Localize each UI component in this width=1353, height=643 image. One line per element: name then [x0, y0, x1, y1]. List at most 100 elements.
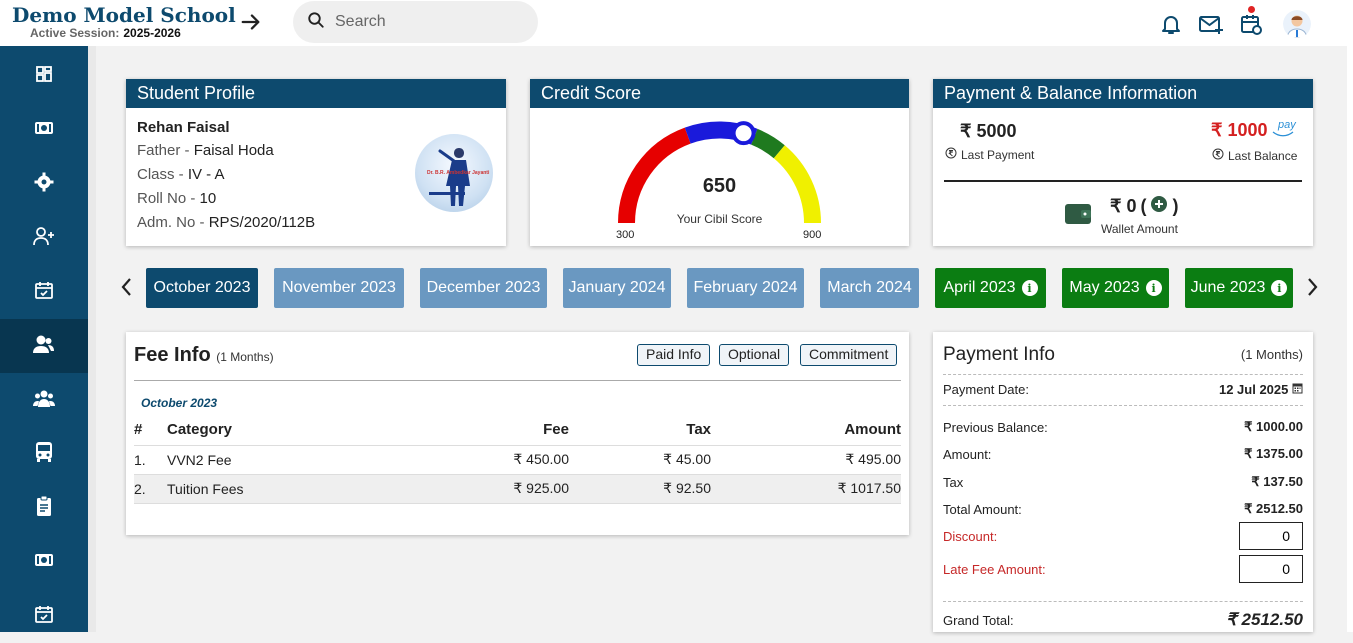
class-value: IV - A [187, 166, 225, 183]
last-balance-label: Last Balance [1228, 148, 1298, 163]
col-category: Category [167, 414, 417, 446]
month-tab[interactable]: February 2024 [687, 268, 804, 308]
pay-logo-text: pay [1278, 119, 1296, 131]
payment-date-value: 12 Jul 2025 [1218, 382, 1289, 397]
rupee-coin-icon [1212, 148, 1224, 163]
mail-add-icon[interactable] [1197, 10, 1225, 38]
calendar-icon [1292, 383, 1303, 394]
sidebar-item-calendar[interactable] [0, 589, 88, 643]
money-icon [34, 551, 54, 574]
father-row: Father - Faisal Hoda [137, 142, 274, 159]
tax-value: ₹ 137.50 [1251, 474, 1303, 489]
month-label: June 2023 [1190, 279, 1266, 296]
grand-total-row: Grand Total: ₹ 2512.50 [943, 610, 1303, 630]
sidebar [0, 46, 88, 632]
month-tab[interactable]: May 2023 i [1062, 268, 1169, 308]
sidebar-item-attendance[interactable] [0, 265, 88, 319]
last-balance-amount: ₹ 1000 [1211, 120, 1268, 140]
add-wallet-icon[interactable] [1150, 195, 1168, 218]
divider [943, 405, 1303, 406]
avatar[interactable] [1283, 10, 1311, 38]
calendar-settings-icon[interactable] [1237, 6, 1265, 38]
col-amount: Amount [711, 414, 901, 446]
late-fee-label: Late Fee Amount: [943, 561, 1046, 577]
sidebar-item-settings[interactable] [0, 157, 88, 211]
sidebar-item-dashboard[interactable] [0, 49, 88, 103]
month-tab[interactable]: October 2023 [146, 268, 258, 308]
previous-balance-label: Previous Balance: [943, 419, 1048, 435]
sidebar-item-transport[interactable] [0, 427, 88, 481]
month-selector: October 2023 November 2023 December 2023… [115, 266, 1330, 310]
payment-date-label: Payment Date: [943, 382, 1029, 397]
month-tab[interactable]: January 2024 [563, 268, 671, 308]
amazon-pay-icon[interactable]: pay [1272, 119, 1296, 137]
payment-date-row: Payment Date: 12 Jul 2025 [943, 382, 1303, 397]
month-label: October 2023 [153, 279, 251, 296]
sidebar-item-fees[interactable] [0, 103, 88, 157]
sidebar-item-staff[interactable] [0, 373, 88, 427]
group-icon [33, 388, 55, 413]
search-input[interactable] [335, 13, 515, 31]
sidebar-item-students[interactable] [0, 319, 88, 373]
rupee-coin-icon [945, 147, 957, 162]
optional-button[interactable]: Optional [719, 344, 790, 366]
active-session: Active Session: 2025-2026 [30, 26, 236, 40]
cell-fee: ₹ 450.00 [417, 445, 569, 475]
fee-info-card: Fee Info (1 Months) Paid Info Optional C… [126, 332, 909, 535]
last-payment-row: Last Payment [945, 147, 1034, 162]
gauge-min-label: 300 [616, 229, 635, 241]
card-title: Payment & Balance Information [933, 79, 1313, 108]
paid-info-button[interactable]: Paid Info [637, 344, 711, 366]
cell-amount: ₹ 495.00 [711, 445, 901, 475]
col-index: # [134, 414, 167, 446]
fee-info-heading: Fee Info [134, 344, 211, 366]
arrow-right-icon[interactable] [238, 9, 264, 35]
month-label: May 2023 [1069, 279, 1140, 296]
payment-balance-card: Payment & Balance Information ₹ 5000 Las… [933, 79, 1313, 246]
adm-row: Adm. No - RPS/2020/112B [137, 214, 315, 231]
chevron-right-icon[interactable] [1306, 276, 1320, 304]
tax-row: Tax ₹ 137.50 [943, 474, 1303, 490]
fee-month-label: October 2023 [141, 396, 218, 410]
discount-input[interactable] [1239, 522, 1303, 550]
top-bar: Demo Model School Active Session: 2025-20… [0, 0, 1353, 46]
credit-score-value: 650 [702, 175, 737, 197]
month-tab[interactable]: June 2023 i [1185, 268, 1293, 308]
card-title: Credit Score [530, 79, 909, 108]
info-icon[interactable]: i [1145, 280, 1162, 296]
payment-date-picker[interactable]: 12 Jul 2025 [1219, 382, 1303, 397]
search-bar[interactable] [293, 1, 538, 43]
late-fee-row: Late Fee Amount: [943, 555, 1303, 583]
sidebar-item-add-student[interactable] [0, 211, 88, 265]
roll-row: Roll No - 10 [137, 190, 216, 207]
info-icon[interactable]: i [1271, 280, 1288, 296]
discount-row: Discount: [943, 522, 1303, 550]
month-tab[interactable]: November 2023 [274, 268, 404, 308]
top-icons [1157, 6, 1311, 38]
paren-open: ( [1140, 196, 1147, 216]
month-tab[interactable]: March 2024 [820, 268, 919, 308]
month-label: November 2023 [282, 279, 396, 296]
commitment-button[interactable]: Commitment [800, 344, 898, 366]
col-tax: Tax [569, 414, 711, 446]
amount-value: ₹ 1375.00 [1244, 446, 1303, 461]
late-fee-input[interactable] [1239, 555, 1303, 583]
wallet-amount: ₹ 0 [1110, 196, 1137, 216]
sidebar-item-accounts[interactable] [0, 535, 88, 589]
previous-balance-row: Previous Balance: ₹ 1000.00 [943, 419, 1303, 435]
father-value: Faisal Hoda [193, 142, 274, 159]
table-row: 2. Tuition Fees ₹ 925.00 ₹ 92.50 ₹ 1017.… [134, 474, 901, 504]
wallet-icon [1064, 201, 1092, 230]
info-icon[interactable]: i [1021, 280, 1038, 296]
chevron-left-icon[interactable] [119, 276, 133, 304]
sidebar-item-exams[interactable] [0, 481, 88, 535]
scrollbar[interactable] [1347, 46, 1353, 632]
session-value: 2025-2026 [123, 26, 181, 40]
month-tab[interactable]: April 2023 i [935, 268, 1046, 308]
bell-icon[interactable] [1157, 10, 1185, 38]
month-tab[interactable]: December 2023 [420, 268, 547, 308]
dashboard-icon [35, 65, 53, 88]
cell-tax: ₹ 45.00 [569, 445, 711, 475]
fee-info-months: (1 Months) [216, 350, 274, 364]
paren-close: ) [1172, 196, 1179, 216]
